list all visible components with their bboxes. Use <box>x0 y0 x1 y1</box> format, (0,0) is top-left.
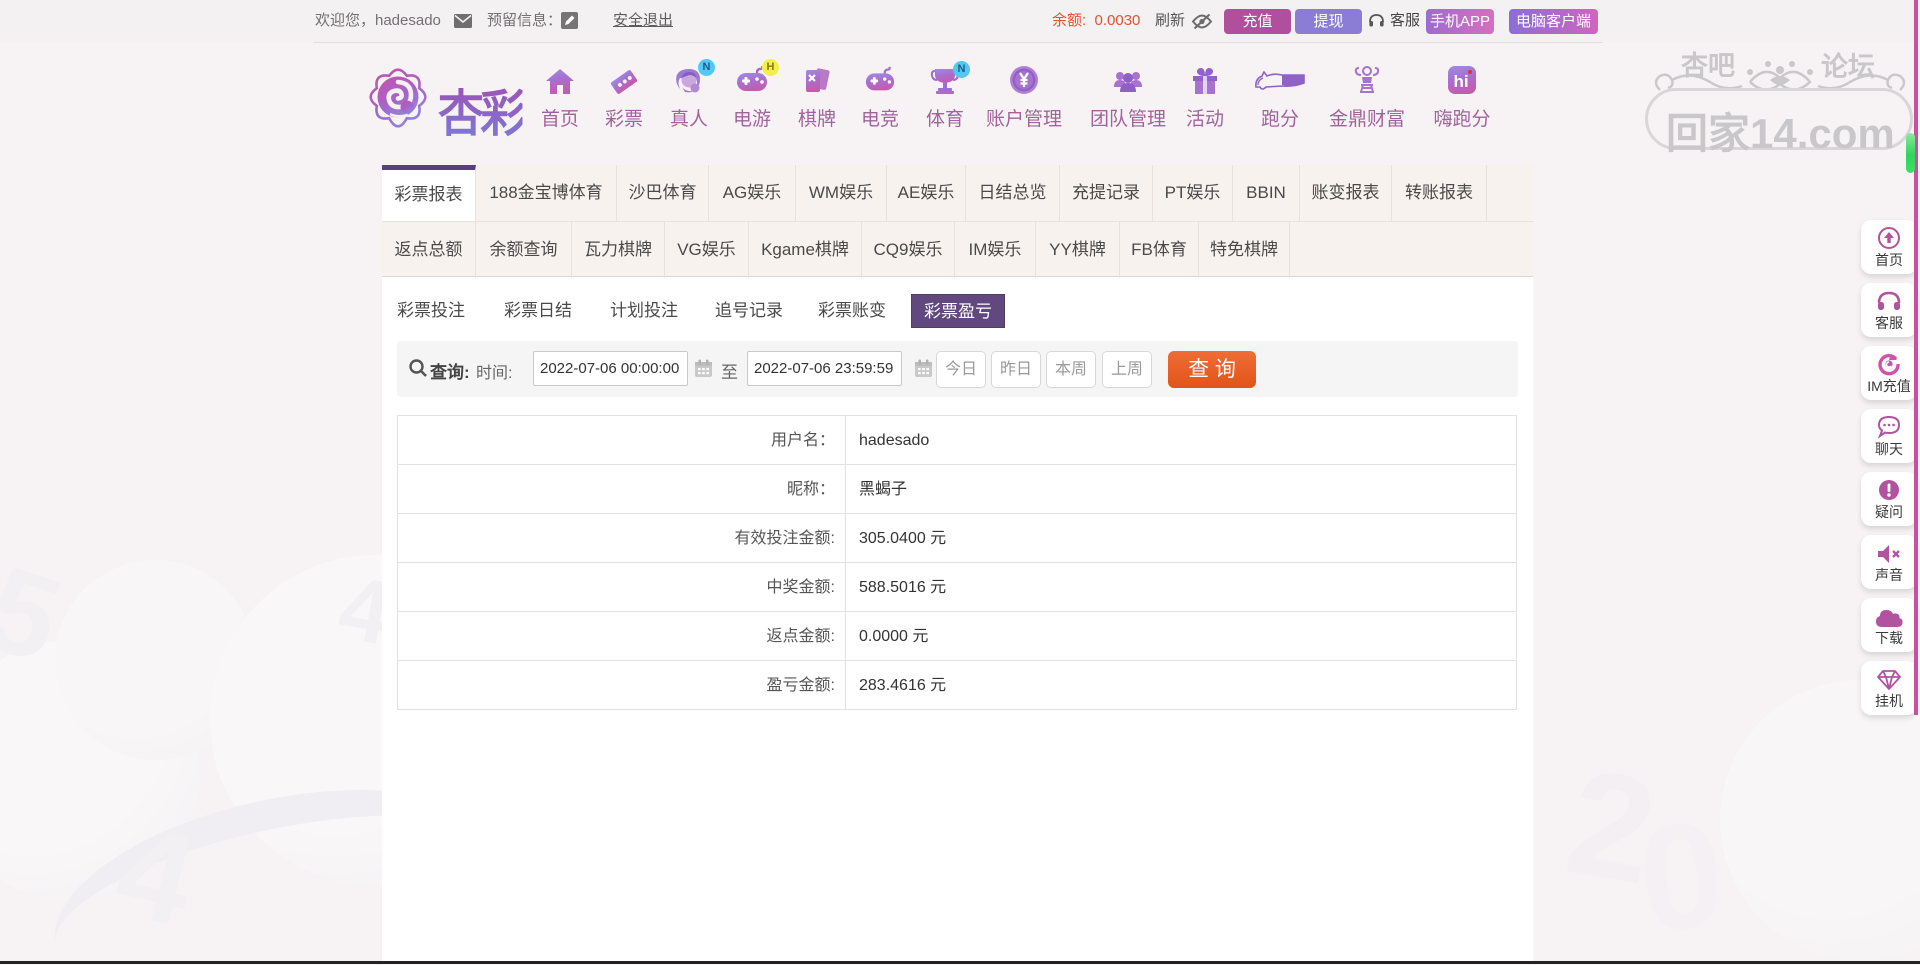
svg-text:hi: hi <box>1453 72 1468 91</box>
